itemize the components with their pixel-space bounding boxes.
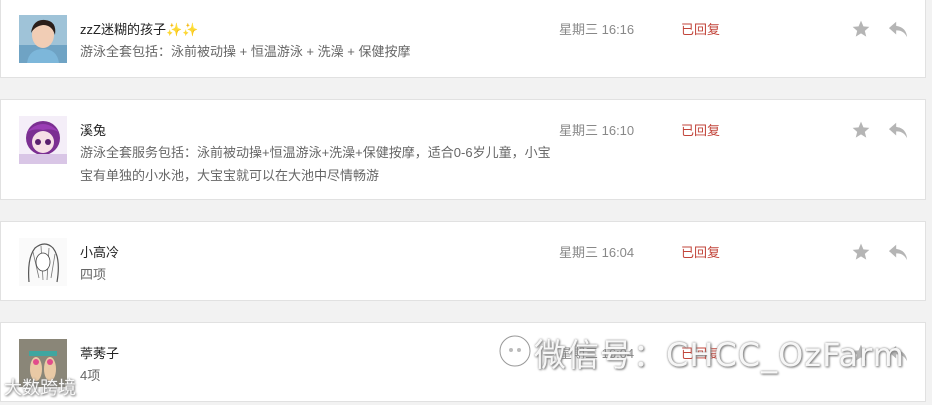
reply-icon[interactable] (887, 120, 909, 140)
message-text: 游泳全套服务包括：泳前被动操+恒温游泳+洗澡+保健按摩，适合0-6岁儿童，小宝宝… (80, 145, 551, 183)
message-item[interactable]: 溪兔 游泳全套服务包括：泳前被动操+恒温游泳+洗澡+保健按摩，适合0-6岁儿童，… (0, 99, 926, 200)
reply-icon[interactable] (887, 19, 909, 39)
message-item[interactable]: zzZ迷糊的孩子✨✨ 游泳全套包括：泳前被动操 + 恒温游泳 + 洗澡 + 保健… (0, 0, 926, 78)
wechat-watermark-icon (498, 334, 532, 371)
sender-name[interactable]: 小高冷 (80, 242, 119, 261)
status-badge: 已回复 (681, 245, 721, 260)
brand-watermark: 大数跨境 (4, 378, 76, 398)
status-badge: 已回复 (681, 123, 721, 138)
star-icon[interactable] (851, 19, 873, 39)
message-text: 四项 (80, 267, 107, 282)
avatar[interactable] (19, 238, 67, 286)
message-time: 星期三 16:16 (559, 22, 635, 37)
star-icon[interactable] (851, 120, 873, 140)
message-time: 星期三 16:04 (559, 245, 635, 260)
message-text: 游泳全套包括：泳前被动操 + 恒温游泳 + 洗澡 + 保健按摩 (80, 44, 411, 59)
message-item[interactable]: 小高冷 四项 星期三 16:04 已回复 (0, 221, 926, 301)
avatar[interactable] (19, 15, 67, 63)
star-icon[interactable] (851, 242, 873, 262)
reply-icon[interactable] (887, 242, 909, 262)
wechat-id-watermark: 微信号：CHCC_OzFarm (534, 336, 905, 374)
sender-name[interactable]: zzZ迷糊的孩子✨✨ (80, 19, 198, 38)
sender-name[interactable]: 溪兔 (80, 120, 106, 139)
message-text: 4项 (80, 368, 101, 383)
sender-name[interactable]: 葶莠子 (80, 343, 119, 362)
message-time: 星期三 16:10 (559, 123, 635, 138)
status-badge: 已回复 (681, 22, 721, 37)
avatar[interactable] (19, 116, 67, 164)
